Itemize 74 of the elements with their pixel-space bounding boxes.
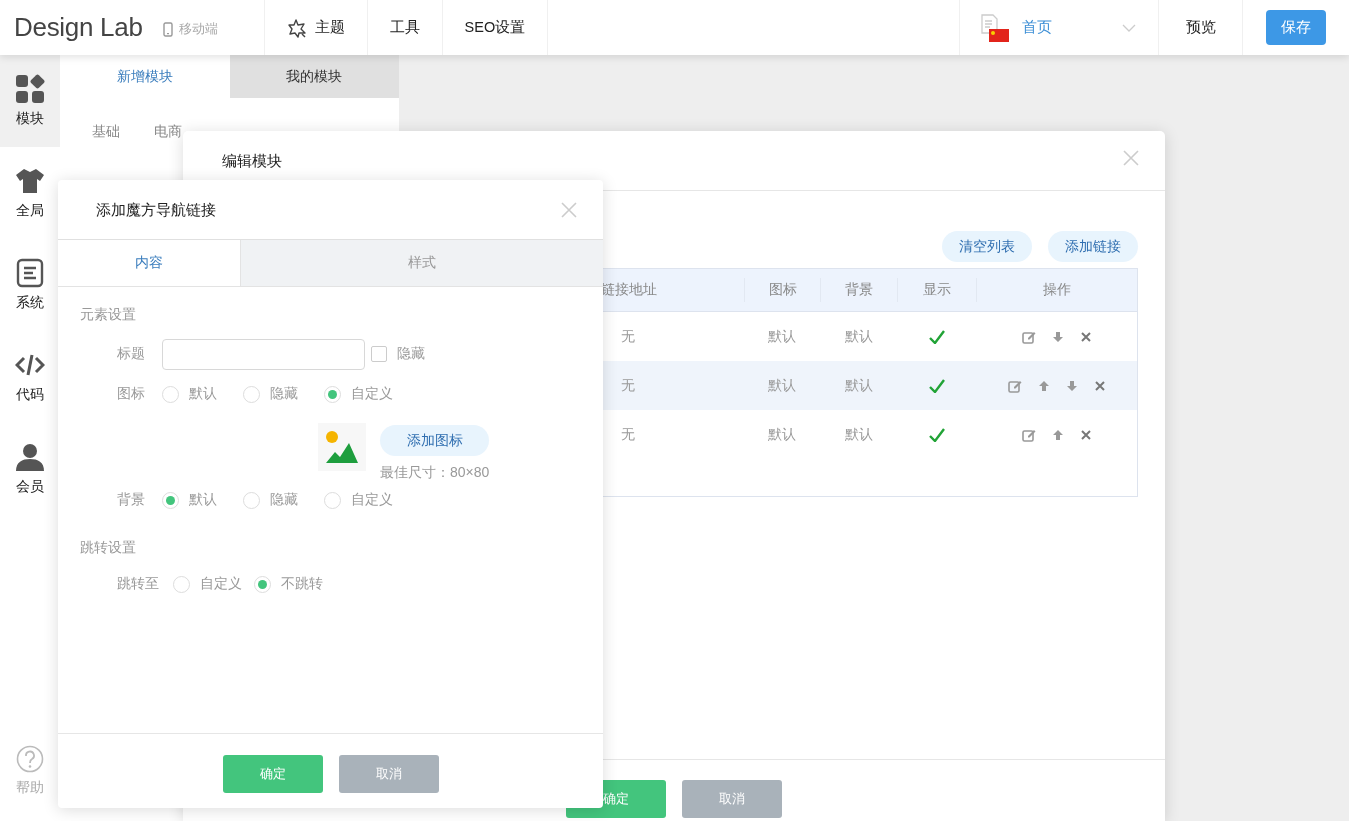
modules-icon: [15, 74, 45, 104]
page-flag-icon: [980, 13, 1010, 42]
delete-icon[interactable]: [1079, 428, 1092, 441]
page-name: 首页: [1022, 18, 1053, 37]
cancel-button[interactable]: 取消: [338, 755, 439, 793]
radio-option[interactable]: 自定义: [173, 575, 254, 593]
table-cell-text: 默认: [843, 375, 874, 395]
chevron-down-icon: [1122, 23, 1136, 32]
table-cell-text: 无: [620, 375, 636, 395]
radio-option[interactable]: 自定义: [324, 491, 405, 509]
table-cell-text: 默认: [767, 375, 797, 395]
column-header: 显示: [897, 278, 976, 302]
radio-option[interactable]: 隐藏: [243, 385, 324, 403]
help-button[interactable]: 帮助: [0, 731, 60, 821]
category-tab[interactable]: 基础: [92, 123, 120, 141]
phone-icon: [162, 22, 173, 37]
section-heading: 跳转设置: [80, 538, 137, 557]
table-cell-text: 默认: [843, 326, 874, 346]
image-placeholder-icon: [325, 430, 359, 464]
category-tab[interactable]: 电商: [154, 123, 182, 141]
radio-option[interactable]: 隐藏: [243, 491, 324, 509]
dialog-title: 编辑模块: [222, 152, 282, 171]
size-hint: 最佳尺寸：80×80: [380, 464, 490, 482]
dialog-title: 添加魔方导航链接: [96, 201, 216, 220]
radio-option[interactable]: 默认: [162, 385, 243, 403]
arrow-up-icon[interactable]: [1051, 428, 1064, 441]
field-label: 背景: [117, 491, 146, 509]
sidebar-item[interactable]: 会员: [0, 423, 60, 515]
close-icon[interactable]: [561, 201, 577, 218]
close-icon[interactable]: [1123, 149, 1139, 166]
section-heading: 元素设置: [80, 305, 137, 324]
toolbar-button[interactable]: 清空列表: [942, 231, 1032, 262]
column-header: 图标: [744, 278, 820, 302]
arrow-down-icon[interactable]: [1065, 379, 1078, 392]
sidebar-item[interactable]: 代码: [0, 331, 60, 423]
help-icon: [16, 745, 44, 773]
table-cell-text: 默认: [767, 424, 797, 444]
sidebar-item[interactable]: 全局: [0, 147, 60, 239]
field-label: 跳转至: [117, 575, 159, 593]
dialog-tab[interactable]: 样式: [240, 240, 603, 286]
add-icon-button[interactable]: 添加图标: [380, 425, 490, 456]
radio-option[interactable]: 默认: [162, 491, 243, 509]
logo: Design Lab: [13, 11, 143, 44]
table-cell-text: 默认: [767, 326, 797, 346]
star-icon: [286, 17, 307, 38]
field-label: 标题: [117, 345, 146, 363]
edit-icon[interactable]: [1021, 427, 1036, 442]
sidebar-item[interactable]: 系统: [0, 239, 60, 331]
radio-option[interactable]: 不跳转: [254, 575, 335, 593]
cancel-button[interactable]: 取消: [682, 780, 782, 818]
edit-icon[interactable]: [1007, 378, 1022, 393]
arrow-up-icon[interactable]: [1037, 379, 1050, 392]
radio-option[interactable]: 自定义: [324, 385, 405, 403]
save-button[interactable]: 保存: [1266, 10, 1326, 45]
confirm-button[interactable]: 确定: [222, 755, 323, 793]
sidebar-item[interactable]: 模块: [0, 55, 60, 147]
device-link[interactable]: 移动端: [178, 21, 218, 38]
field-label: 图标: [117, 385, 146, 403]
table-cell-text: 无: [620, 424, 636, 444]
table-cell-text: 无: [620, 326, 636, 346]
title-field[interactable]: [162, 338, 365, 370]
document-icon: [15, 258, 45, 288]
edit-icon[interactable]: [1021, 329, 1036, 344]
arrow-down-icon[interactable]: [1051, 330, 1064, 343]
hide-checkbox[interactable]: 隐藏: [371, 345, 425, 363]
delete-icon[interactable]: [1079, 330, 1092, 343]
delete-icon[interactable]: [1093, 379, 1106, 392]
toolbar-button[interactable]: 添加链接: [1048, 231, 1138, 262]
shirt-icon: [15, 166, 45, 196]
user-icon: [15, 442, 45, 472]
panel-tab[interactable]: 我的模块: [229, 55, 399, 98]
column-header: 背景: [820, 278, 897, 302]
table-cell-text: 默认: [843, 424, 874, 444]
column-header: 操作: [976, 278, 1137, 302]
